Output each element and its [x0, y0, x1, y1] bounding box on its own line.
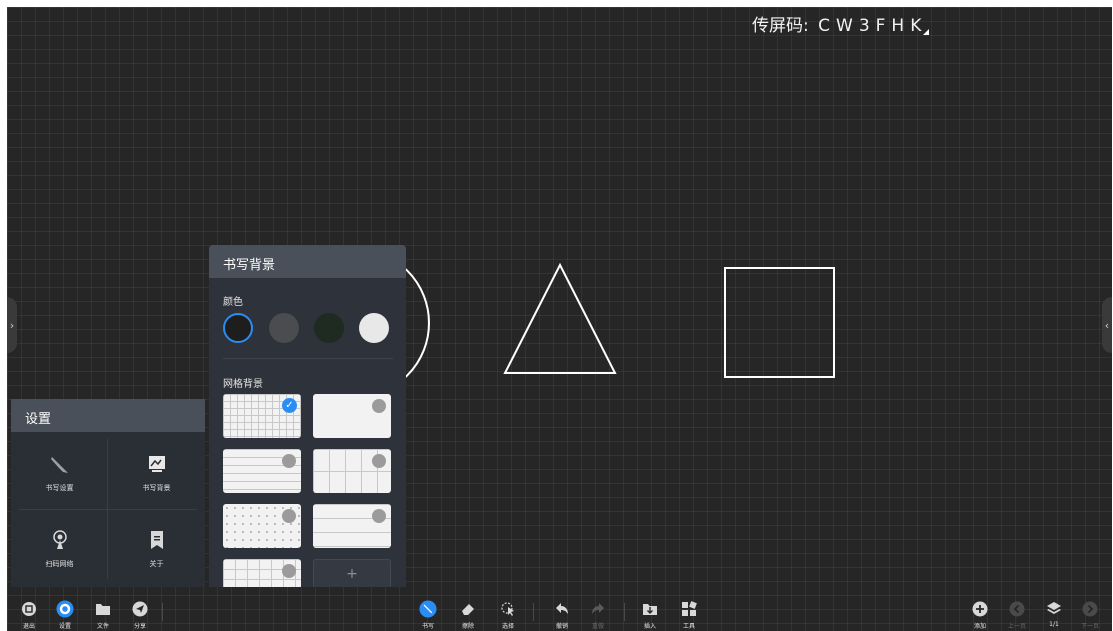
- undo-button[interactable]: 撤销: [547, 597, 577, 631]
- toolbar-separator: [624, 603, 625, 621]
- redo-button[interactable]: 重做: [583, 597, 613, 631]
- layers-icon: [1047, 602, 1061, 614]
- grid-option-lines[interactable]: [223, 449, 301, 493]
- unselected-dot-icon: [372, 509, 386, 523]
- undo-label: 撤销: [555, 623, 568, 630]
- exit-icon: [22, 602, 36, 616]
- drawn-triangle: [503, 262, 617, 374]
- insert-icon: [643, 604, 657, 615]
- writing-background-panel: 书写背景 颜色 网格背景 ✓ +: [209, 245, 406, 587]
- color-swatch-green[interactable]: [314, 313, 344, 343]
- settings-title: 设置: [11, 399, 205, 432]
- eraser-icon: [462, 604, 474, 615]
- unselected-dot-icon: [372, 399, 386, 413]
- tools-button[interactable]: 工具: [674, 597, 704, 631]
- add-plus-icon: [972, 601, 988, 617]
- select-label: 选择: [501, 623, 514, 630]
- about-button[interactable]: 关于: [108, 511, 205, 587]
- file-label: 文件: [96, 623, 109, 630]
- right-expand-tab[interactable]: ‹: [1102, 297, 1112, 353]
- exit-button[interactable]: 退出: [14, 597, 44, 631]
- exit-label: 退出: [22, 623, 35, 630]
- grid-option-wide-lines[interactable]: [313, 504, 391, 548]
- grid-option-tianzige[interactable]: [313, 449, 391, 493]
- about-label: 关于: [149, 560, 164, 568]
- prev-page-label: 上一页: [1007, 623, 1026, 630]
- scan-network-button[interactable]: 扫码网络: [11, 511, 108, 587]
- writing-background-label: 书写背景: [142, 484, 171, 492]
- share-label: 分享: [133, 623, 146, 630]
- tools-label: 工具: [682, 623, 695, 630]
- color-swatch-white[interactable]: [359, 313, 389, 343]
- pen-icon: [419, 600, 437, 618]
- redo-label: 重做: [591, 623, 604, 630]
- folder-icon: [96, 604, 110, 615]
- redo-icon: [592, 603, 604, 614]
- share-icon: [132, 601, 148, 617]
- select-cursor-icon: [501, 602, 514, 616]
- erase-button[interactable]: 擦除: [453, 597, 483, 631]
- left-expand-tab[interactable]: ›: [7, 297, 17, 353]
- undo-icon: [556, 603, 568, 614]
- add-page-button[interactable]: 添加: [965, 597, 995, 631]
- settings-gear-icon: [56, 600, 74, 618]
- writing-settings-button[interactable]: 书写设置: [11, 435, 108, 511]
- tools-grid-icon: [682, 601, 697, 616]
- add-grid-button[interactable]: +: [313, 559, 391, 587]
- erase-label: 擦除: [461, 623, 474, 630]
- settings-panel: 设置 书写设置 书写背景 扫码网络 关于: [11, 399, 205, 587]
- page-indicator: 1/1: [1049, 621, 1059, 628]
- grid-section-label: 网格背景: [223, 379, 263, 390]
- panel-divider: [223, 358, 393, 359]
- pen-settings-icon: [50, 457, 68, 473]
- grid-option-square[interactable]: ✓: [223, 394, 301, 438]
- file-button[interactable]: 文件: [88, 597, 118, 631]
- prev-page-button[interactable]: 上一页: [1002, 597, 1032, 631]
- chevron-right-icon: [1082, 601, 1098, 617]
- settings-button[interactable]: 设置: [50, 597, 80, 631]
- scan-network-icon: [52, 530, 67, 549]
- writing-settings-label: 书写设置: [45, 484, 74, 492]
- toolbar-separator: [533, 603, 534, 621]
- about-bookmark-icon: [150, 531, 163, 549]
- next-page-label: 下一页: [1080, 623, 1099, 630]
- share-button[interactable]: 分享: [125, 597, 155, 631]
- write-label: 书写: [421, 623, 434, 630]
- share-code-value: CW3FHK: [818, 16, 928, 36]
- color-section-label: 颜色: [223, 297, 243, 308]
- grid-option-dots[interactable]: [223, 504, 301, 548]
- unselected-dot-icon: [282, 509, 296, 523]
- share-code-corner-marker: [923, 29, 929, 35]
- writing-background-button[interactable]: 书写背景: [108, 435, 205, 511]
- color-swatch-gray[interactable]: [269, 313, 299, 343]
- settings-label: 设置: [58, 623, 71, 630]
- writing-background-icon: [148, 456, 165, 472]
- share-code-label: 传屏码:: [752, 16, 809, 36]
- unselected-dot-icon: [372, 454, 386, 468]
- write-button[interactable]: 书写: [413, 597, 443, 631]
- add-label: 添加: [973, 623, 986, 630]
- next-page-button[interactable]: 下一页: [1075, 597, 1105, 631]
- toolbar-separator: [162, 603, 163, 621]
- unselected-dot-icon: [282, 564, 296, 578]
- chevron-left-icon: [1009, 601, 1025, 617]
- share-code-display: 传屏码: CW3FHK: [752, 11, 927, 36]
- grid-option-table[interactable]: [223, 559, 301, 587]
- insert-label: 插入: [643, 623, 656, 630]
- scan-network-label: 扫码网络: [45, 560, 74, 568]
- insert-button[interactable]: 插入: [635, 597, 665, 631]
- color-swatch-black[interactable]: [223, 313, 253, 343]
- drawn-square: [724, 267, 835, 378]
- selected-check-icon: ✓: [282, 398, 297, 413]
- grid-option-blank[interactable]: [313, 394, 391, 438]
- unselected-dot-icon: [282, 454, 296, 468]
- select-button[interactable]: 选择: [493, 597, 523, 631]
- page-layers-button[interactable]: 1/1: [1039, 597, 1069, 631]
- whiteboard-canvas[interactable]: 传屏码: CW3FHK › ‹ 书写背景 颜色 网格背景 ✓ + 设置 书写设置…: [7, 7, 1112, 631]
- bottom-toolbar: 退出 设置 文件 分享 书写 擦除 选择 撤销 重做 插入 工具 添加 上一页 …: [7, 597, 1112, 631]
- writing-background-title: 书写背景: [209, 245, 406, 278]
